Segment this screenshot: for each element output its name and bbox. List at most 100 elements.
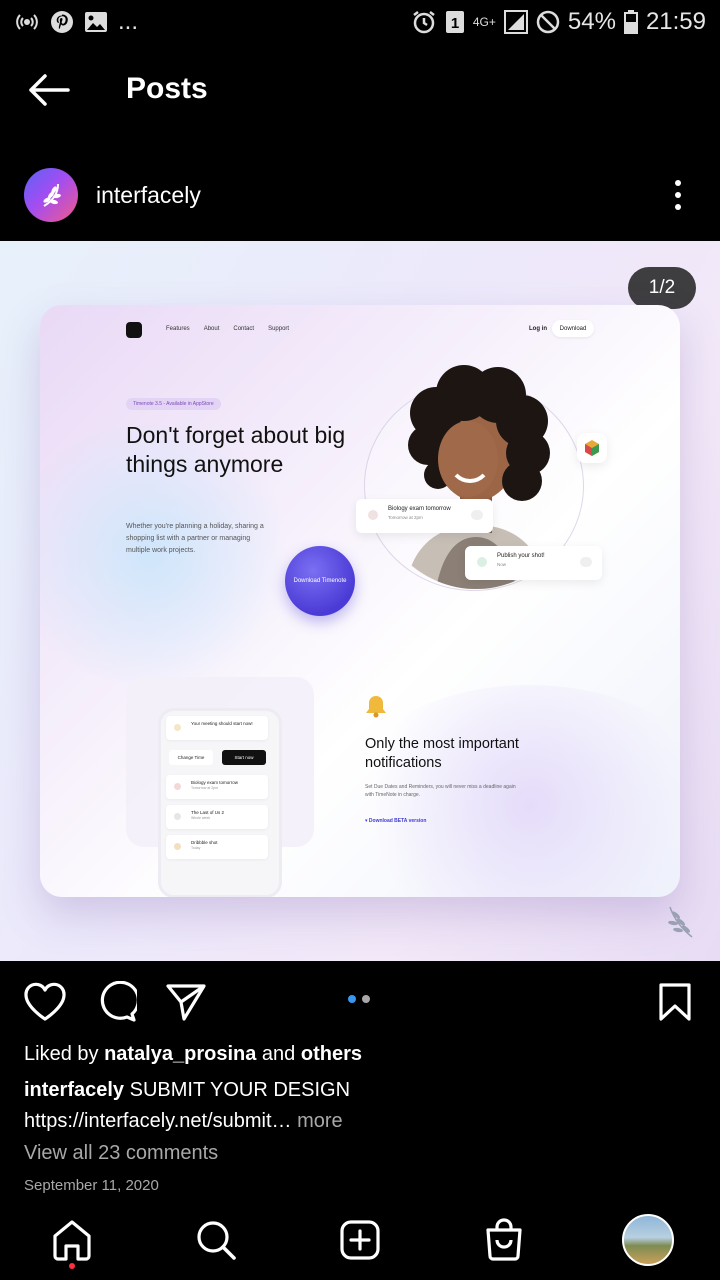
more-dot — [675, 204, 681, 210]
mockup-phone-row: Biology exam tomorrow Tomorrow at 2pm — [166, 775, 268, 799]
row-title: Your meeting should start now! — [191, 721, 253, 726]
laurel-watermark-icon — [666, 903, 694, 941]
notif-dot — [477, 557, 487, 567]
design-mockup: Features About Contact Support Log in Do… — [40, 305, 680, 897]
wireless-signal-icon — [14, 11, 40, 33]
notif-title: Publish your shot! — [497, 553, 545, 559]
mockup-start-now: Start now — [222, 750, 266, 765]
likes-line: Liked by natalya_prosina and others — [24, 1043, 362, 1066]
mockup-phone-row: Dribbble shot Today — [166, 835, 268, 859]
bookmark-icon — [659, 983, 691, 1021]
sim-slot-icon: 1 — [445, 10, 465, 34]
notif-dot — [368, 510, 378, 520]
post-actions — [0, 961, 720, 1039]
mockup-nav-item: Support — [268, 326, 290, 332]
nav-home[interactable] — [48, 1216, 96, 1264]
heart-icon — [24, 982, 66, 1021]
liked-by-others[interactable]: others — [301, 1043, 362, 1065]
mockup-headline: Don't forget about big things anymore — [126, 422, 346, 477]
nav-new-post[interactable] — [336, 1216, 384, 1264]
mockup-notification-1: Biology exam tomorrow Tomorrow at 2pm — [356, 499, 493, 533]
row-title: Dribbble shot — [191, 840, 218, 845]
top-app-bar: Posts — [0, 44, 720, 136]
mockup-download: Download — [552, 320, 594, 337]
bottom-navigation — [0, 1204, 720, 1280]
mockup-logo-icon — [126, 322, 142, 338]
beta-link-text: Download BETA version — [368, 818, 427, 824]
nav-search[interactable] — [192, 1216, 240, 1264]
caption-username[interactable]: interfacely — [24, 1079, 124, 1101]
bell-icon — [365, 694, 387, 718]
caption-more[interactable]: more — [297, 1110, 343, 1132]
media-counter: 1/2 — [628, 267, 696, 309]
mockup-section-text: Set Due Dates and Reminders, you will ne… — [365, 784, 516, 798]
carousel-dot-active — [348, 995, 356, 1003]
do-not-disturb-icon — [536, 10, 560, 34]
post-date: September 11, 2020 — [24, 1177, 159, 1194]
more-dot — [675, 180, 681, 186]
sim-number: 1 — [451, 15, 459, 32]
nav-profile[interactable] — [620, 1212, 676, 1268]
battery-percent: 54% — [567, 8, 616, 35]
mockup-phone-row: The Last of Us 2 Whole week — [166, 805, 268, 829]
pinterest-icon — [50, 10, 74, 34]
home-icon — [53, 1220, 91, 1261]
mockup-cube-icon — [577, 433, 607, 463]
signal-strength-icon — [503, 10, 528, 34]
mockup-nav: Features About Contact Support — [166, 326, 289, 332]
notif-title: Biology exam tomorrow — [388, 506, 451, 512]
more-dot — [675, 192, 681, 198]
liked-by-user[interactable]: natalya_prosina — [104, 1043, 256, 1065]
mockup-nav-item: Features — [166, 326, 190, 332]
author-avatar[interactable] — [24, 168, 78, 222]
mockup-phone-row: Your meeting should start now! — [166, 716, 268, 740]
row-dot — [174, 783, 181, 790]
shopping-bag-icon — [486, 1218, 522, 1261]
row-subtitle: Today — [191, 846, 201, 850]
laurel-logo-icon — [43, 183, 61, 207]
row-title: The Last of Us 2 — [191, 810, 225, 815]
share-button[interactable] — [164, 981, 208, 1023]
home-notification-dot — [69, 1263, 75, 1269]
comment-icon — [100, 981, 137, 1022]
mockup-notification-2: Publish your shot! Now — [465, 546, 602, 580]
more-notifications: ... — [118, 8, 139, 35]
comment-button[interactable] — [94, 981, 138, 1023]
row-dot — [174, 813, 181, 820]
mockup-section-title: Only the most important notifications — [365, 736, 519, 771]
mockup-nav-item: Contact — [233, 326, 255, 332]
post-header: interfacely — [0, 164, 720, 228]
alarm-icon — [411, 9, 437, 35]
view-comments-link[interactable]: View all 23 comments — [24, 1142, 218, 1165]
arrow-left-icon — [29, 74, 70, 106]
notif-menu — [471, 510, 483, 520]
search-icon — [197, 1221, 236, 1260]
post-media[interactable]: 1/2 Features About Contact Support Log i… — [0, 241, 720, 961]
caption-link[interactable]: https://interfacely.net/submit… — [24, 1110, 292, 1132]
carousel-dot — [362, 995, 370, 1003]
post-options-button[interactable] — [664, 178, 692, 212]
mockup-nav-item: About — [203, 326, 220, 332]
notif-menu — [580, 557, 592, 567]
post-caption: interfacely SUBMIT YOUR DESIGN https://i… — [24, 1075, 704, 1137]
add-post-icon — [340, 1220, 380, 1260]
row-subtitle: Whole week — [191, 816, 211, 820]
gallery-icon — [84, 11, 108, 33]
mockup-badge: Timenote 3.5 - Available in AppStore — [126, 398, 221, 410]
mockup-beta-link: ▾ Download BETA version — [365, 818, 427, 824]
caption-text: SUBMIT YOUR DESIGN — [129, 1079, 351, 1101]
save-button[interactable] — [653, 981, 697, 1023]
mockup-change-time: Change Time — [169, 750, 213, 765]
row-dot — [174, 843, 181, 850]
author-username[interactable]: interfacely — [96, 182, 201, 209]
network-type: 4G+ — [472, 15, 496, 29]
nav-shop[interactable] — [480, 1216, 528, 1264]
battery-icon — [623, 10, 638, 34]
back-button[interactable] — [26, 72, 70, 108]
row-dot — [174, 724, 181, 731]
like-button[interactable] — [23, 981, 67, 1023]
likes-and: and — [261, 1043, 296, 1065]
row-subtitle: Tomorrow at 2pm — [191, 786, 219, 790]
carousel-indicator — [348, 995, 370, 1003]
likes-prefix: Liked by — [24, 1043, 99, 1065]
